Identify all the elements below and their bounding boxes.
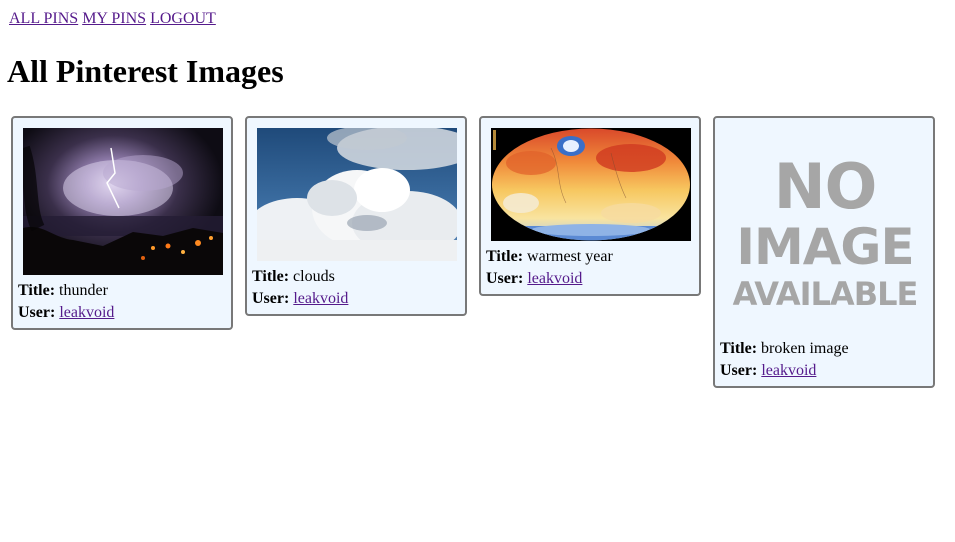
- pin-meta: Title: clouds User: leakvoid: [251, 266, 461, 310]
- nav-my-pins-link[interactable]: MY PINS: [82, 10, 146, 27]
- pin-image-warmest-year[interactable]: [491, 128, 691, 246]
- pin-user-link[interactable]: leakvoid: [293, 290, 348, 307]
- pin-title-row: Title: warmest year: [486, 246, 695, 268]
- no-image-placeholder: NO IMAGE AVAILABLE: [725, 128, 925, 338]
- pin-user-link[interactable]: leakvoid: [59, 304, 114, 321]
- pin-card: Title: thunder User: leakvoid: [11, 116, 233, 330]
- title-label: Title:: [18, 282, 56, 299]
- pin-image-broken[interactable]: NO IMAGE AVAILABLE: [725, 128, 925, 338]
- pin-title: thunder: [59, 282, 108, 299]
- pin-title-row: Title: clouds: [252, 266, 461, 288]
- pin-title: clouds: [293, 268, 335, 285]
- pin-meta: Title: thunder User: leakvoid: [17, 280, 227, 324]
- pin-meta: Title: broken image User: leakvoid: [719, 338, 929, 382]
- temperature-map-image: [491, 128, 691, 241]
- pin-meta: Title: warmest year User: leakvoid: [485, 246, 695, 290]
- pin-user-row: User: leakvoid: [720, 360, 929, 382]
- user-label: User:: [18, 304, 56, 321]
- pin-image-thunder[interactable]: [16, 128, 223, 280]
- pin-user-link[interactable]: leakvoid: [761, 362, 816, 379]
- pin-title: broken image: [761, 340, 849, 357]
- pin-user-row: User: leakvoid: [486, 268, 695, 290]
- pin-user-row: User: leakvoid: [18, 302, 227, 324]
- pin-title-row: Title: thunder: [18, 280, 227, 302]
- pin-card: NO IMAGE AVAILABLE Title: broken image U…: [713, 116, 935, 388]
- pin-image-clouds[interactable]: [247, 126, 477, 266]
- placeholder-line: NO: [773, 150, 878, 223]
- top-nav: ALL PINS MY PINS LOGOUT: [9, 9, 220, 28]
- pin-user-row: User: leakvoid: [252, 288, 461, 310]
- pin-title: warmest year: [527, 248, 613, 265]
- pin-user-link[interactable]: leakvoid: [527, 270, 582, 287]
- placeholder-line: AVAILABLE: [732, 275, 919, 313]
- pin-title-row: Title: broken image: [720, 338, 929, 360]
- lightning-storm-image: [16, 128, 223, 275]
- user-label: User:: [486, 270, 524, 287]
- title-label: Title:: [720, 340, 758, 357]
- placeholder-line: IMAGE: [736, 218, 914, 276]
- pin-card: Title: warmest year User: leakvoid: [479, 116, 701, 296]
- clouds-image: [247, 126, 477, 261]
- user-label: User:: [720, 362, 758, 379]
- nav-logout-link[interactable]: LOGOUT: [150, 10, 216, 27]
- user-label: User:: [252, 290, 290, 307]
- pin-card: Title: clouds User: leakvoid: [245, 116, 477, 316]
- page-title: All Pinterest Images: [7, 53, 284, 89]
- nav-all-pins-link[interactable]: ALL PINS: [9, 10, 78, 27]
- title-label: Title:: [486, 248, 524, 265]
- title-label: Title:: [252, 268, 290, 285]
